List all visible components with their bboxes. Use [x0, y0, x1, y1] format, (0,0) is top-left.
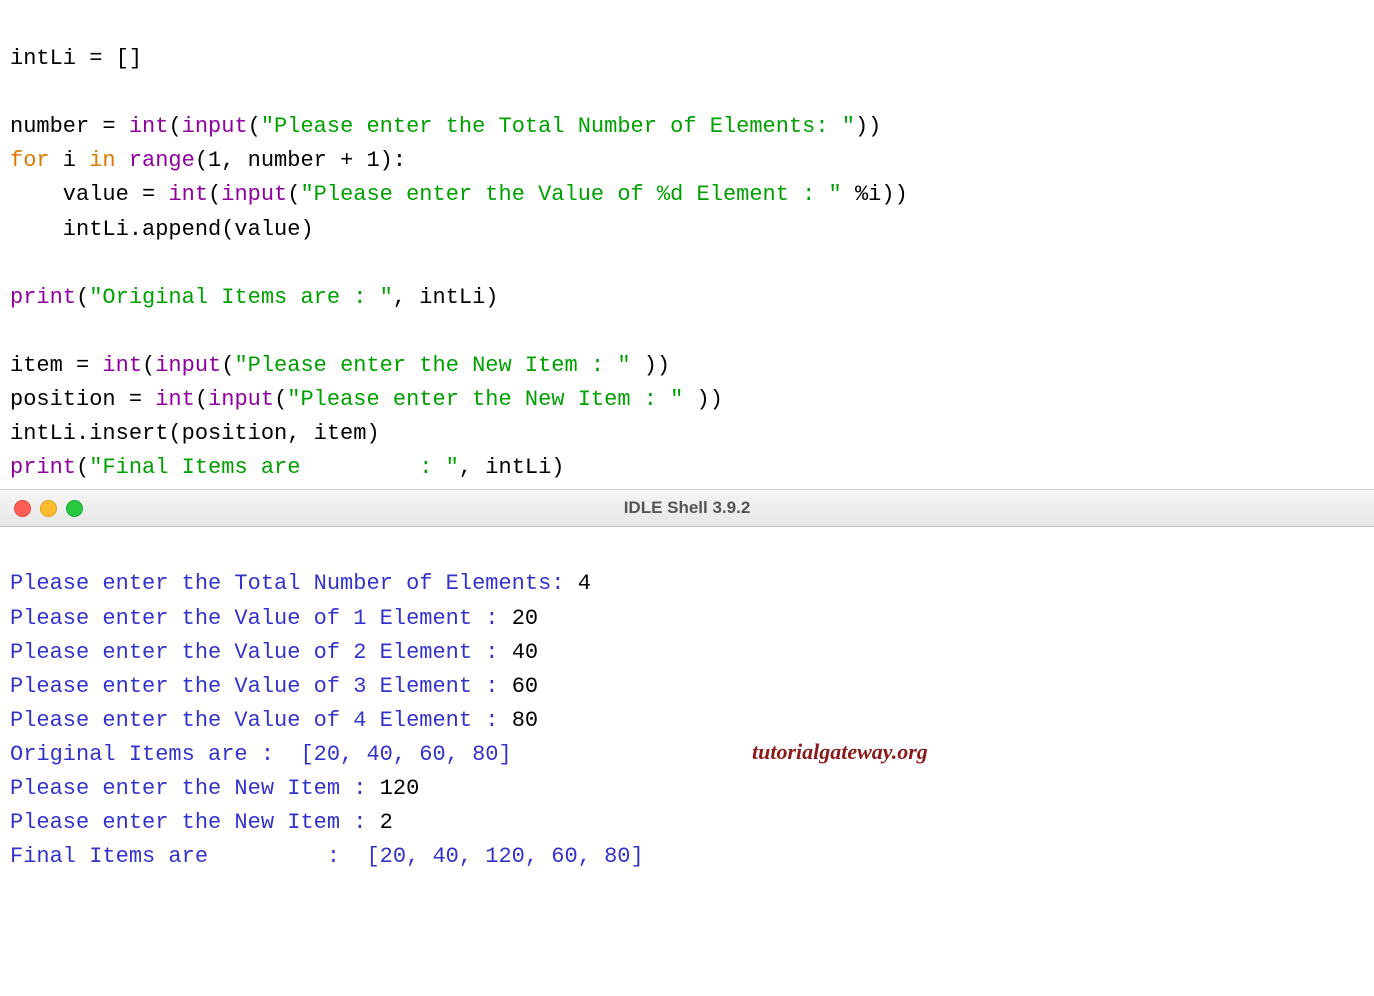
string-literal: "Original Items are : " — [89, 285, 393, 310]
shell-output: Final Items are : [20, 40, 120, 60, 80] — [10, 844, 644, 869]
shell-prompt: Please enter the Total Number of Element… — [10, 571, 578, 596]
shell-prompt: Please enter the New Item : — [10, 776, 380, 801]
shell-prompt: Please enter the Value of 4 Element : — [10, 708, 512, 733]
string-literal: "Final Items are : " — [89, 455, 459, 480]
user-input: 80 — [512, 708, 538, 733]
code-text: %i)) — [842, 182, 908, 207]
paren: ( — [287, 182, 300, 207]
builtin-print: print — [10, 285, 76, 310]
paren: ( — [221, 353, 234, 378]
user-input: 20 — [512, 606, 538, 631]
string-literal: "Please enter the Total Number of Elemen… — [261, 114, 855, 139]
paren: ( — [76, 285, 89, 310]
string-literal: "Please enter the New Item : " — [287, 387, 683, 412]
user-input: 4 — [578, 571, 591, 596]
paren: )) — [855, 114, 881, 139]
user-input: 120 — [380, 776, 420, 801]
builtin-range: range — [129, 148, 195, 173]
close-icon[interactable] — [14, 500, 31, 517]
code-text: )) — [683, 387, 723, 412]
user-input: 2 — [380, 810, 393, 835]
code-text: number = — [10, 114, 129, 139]
shell-window-titlebar: IDLE Shell 3.9.2 — [0, 489, 1374, 527]
shell-prompt: Please enter the Value of 1 Element : — [10, 606, 512, 631]
paren: ( — [248, 114, 261, 139]
code-line: intLi.append(value) — [10, 217, 314, 242]
window-title: IDLE Shell 3.9.2 — [0, 495, 1374, 521]
builtin-input: input — [155, 353, 221, 378]
paren: ( — [76, 455, 89, 480]
user-input: 60 — [512, 674, 538, 699]
code-text: , intLi) — [459, 455, 565, 480]
builtin-int: int — [102, 353, 142, 378]
string-literal: "Please enter the Value of %d Element : … — [300, 182, 841, 207]
minimize-icon[interactable] — [40, 500, 57, 517]
code-text: item = — [10, 353, 102, 378]
code-line: intLi.insert(position, item) — [10, 421, 380, 446]
builtin-int: int — [168, 182, 208, 207]
builtin-int: int — [129, 114, 169, 139]
paren: ( — [168, 114, 181, 139]
builtin-input: input — [182, 114, 248, 139]
code-text — [116, 148, 129, 173]
builtin-int: int — [155, 387, 195, 412]
user-input: 40 — [512, 640, 538, 665]
keyword-in: in — [89, 148, 115, 173]
shell-prompt: Please enter the New Item : — [10, 810, 380, 835]
code-text: value = — [10, 182, 168, 207]
paren: ( — [274, 387, 287, 412]
code-text: position = — [10, 387, 155, 412]
builtin-input: input — [221, 182, 287, 207]
code-line: intLi = [] — [10, 46, 142, 71]
shell-prompt: Please enter the Value of 2 Element : — [10, 640, 512, 665]
zoom-icon[interactable] — [66, 500, 83, 517]
string-literal: "Please enter the New Item : " — [234, 353, 630, 378]
code-text: i — [50, 148, 90, 173]
window-controls — [0, 500, 83, 517]
shell-output: Original Items are : [20, 40, 60, 80] — [10, 742, 512, 767]
code-text: , intLi) — [393, 285, 499, 310]
paren: ( — [208, 182, 221, 207]
keyword-for: for — [10, 148, 50, 173]
watermark-text: tutorialgateway.org — [752, 735, 928, 769]
shell-prompt: Please enter the Value of 3 Element : — [10, 674, 512, 699]
paren: ( — [195, 387, 208, 412]
paren: ( — [142, 353, 155, 378]
code-editor: intLi = [] number = int(input("Please en… — [0, 0, 1374, 489]
code-text: (1, number + 1): — [195, 148, 406, 173]
builtin-input: input — [208, 387, 274, 412]
idle-shell-output: Please enter the Total Number of Element… — [0, 527, 1374, 918]
code-text: )) — [631, 353, 671, 378]
builtin-print: print — [10, 455, 76, 480]
